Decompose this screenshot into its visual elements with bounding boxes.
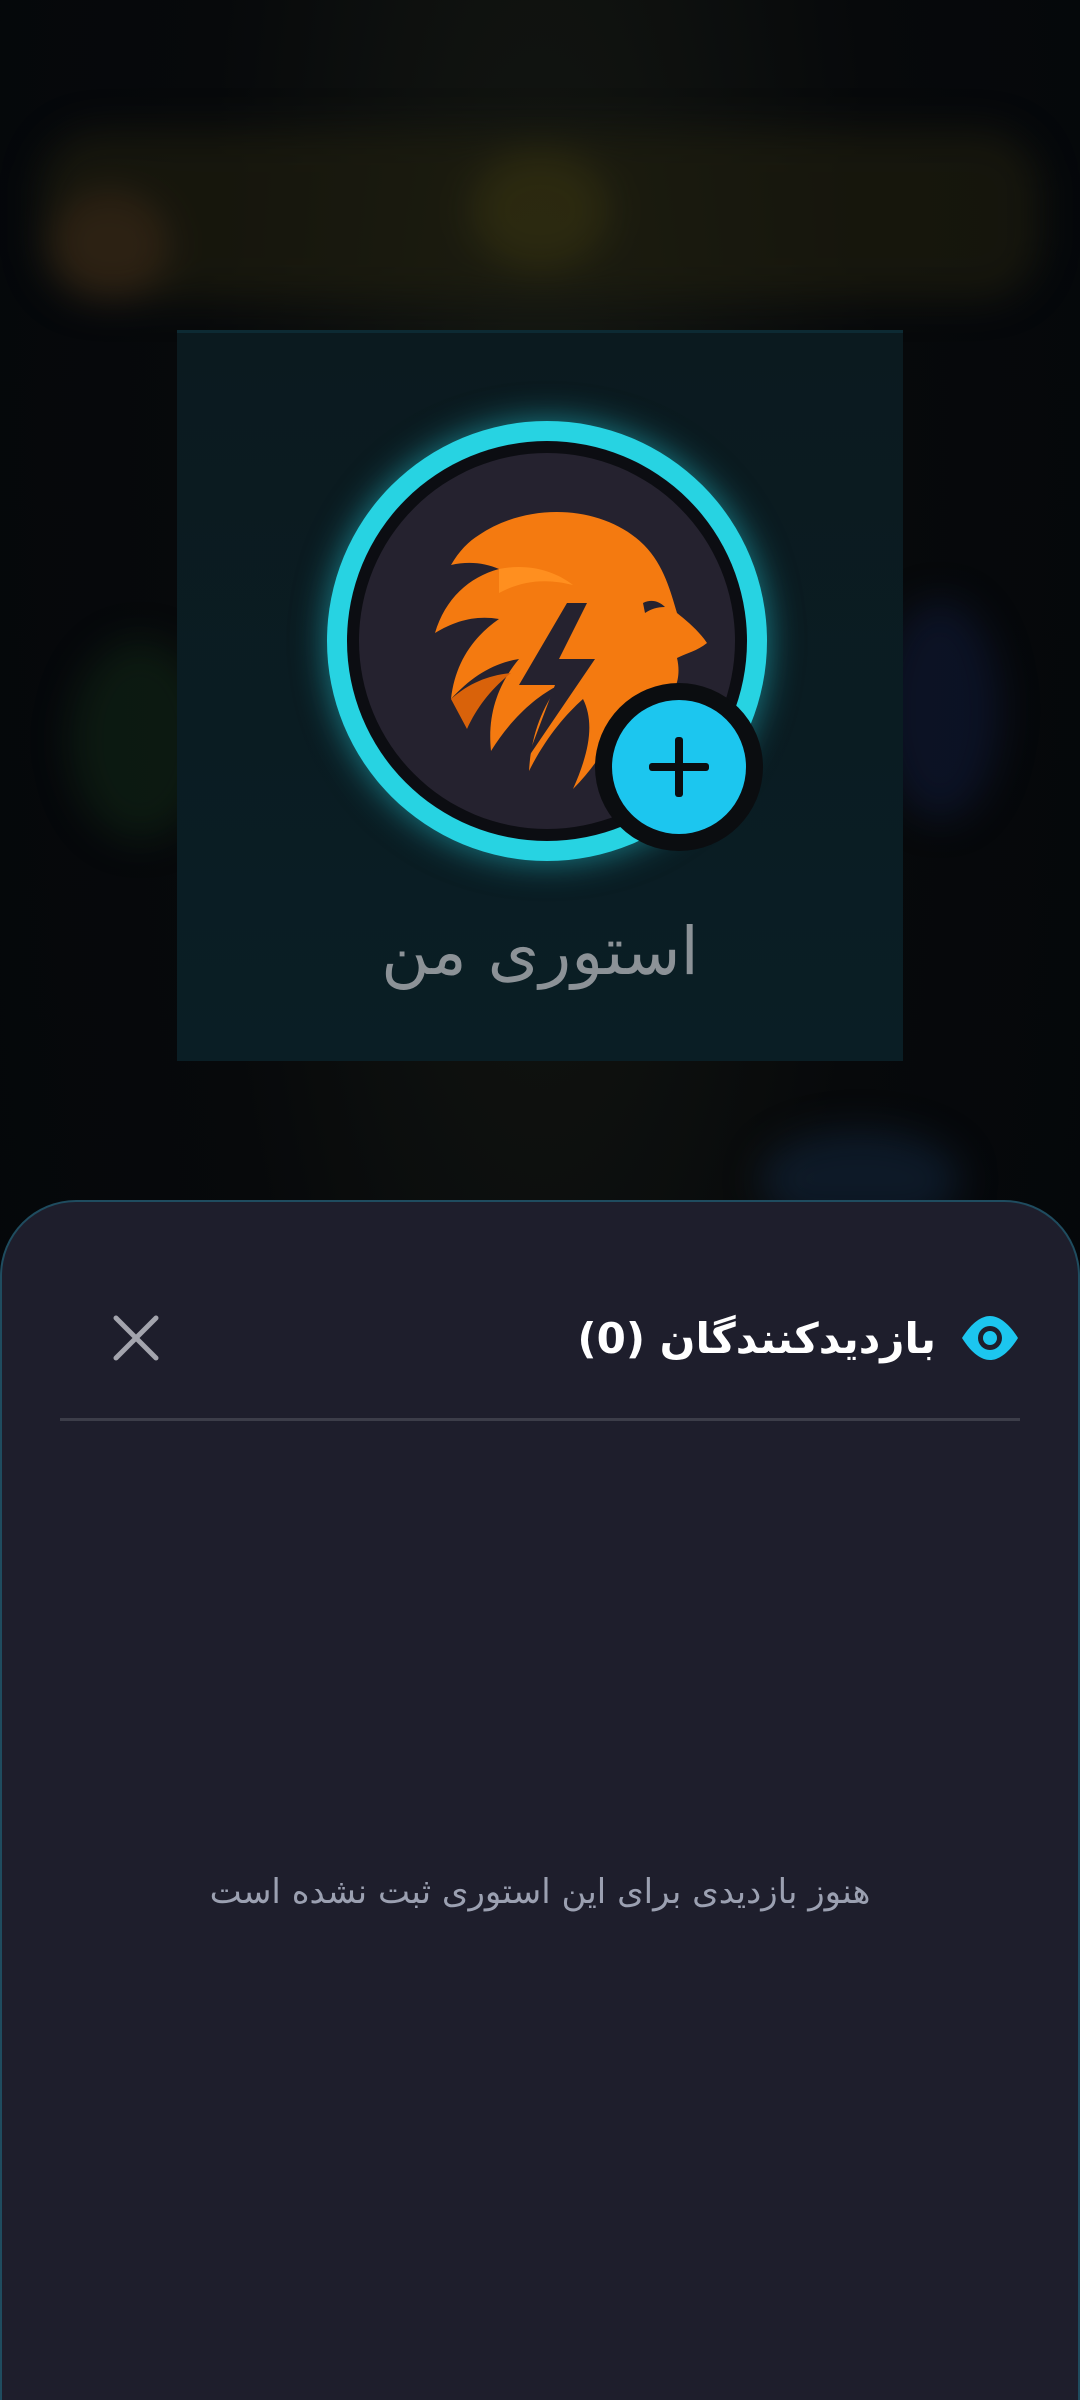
story-avatar[interactable] bbox=[327, 421, 767, 861]
story-viewers-screen: استوری من بازدیدکنندگان (0) هنوز بازدیدی… bbox=[0, 0, 1080, 2400]
header-divider bbox=[60, 1418, 1020, 1421]
plus-icon bbox=[612, 700, 746, 834]
sheet-title-group: بازدیدکنندگان (0) bbox=[577, 1302, 1020, 1374]
story-card[interactable]: استوری من bbox=[177, 330, 903, 1061]
viewers-bottom-sheet: بازدیدکنندگان (0) هنوز بازدیدی برای این … bbox=[0, 1200, 1080, 2400]
empty-viewers-message: هنوز بازدیدی برای این استوری ثبت نشده اس… bbox=[209, 1872, 871, 1912]
add-story-button[interactable] bbox=[595, 683, 763, 851]
sheet-title: بازدیدکنندگان (0) bbox=[577, 1313, 936, 1363]
sheet-header: بازدیدکنندگان (0) bbox=[60, 1282, 1020, 1402]
close-icon bbox=[113, 1315, 159, 1361]
eye-icon bbox=[962, 1316, 1018, 1360]
story-label: استوری من bbox=[381, 913, 699, 990]
close-button[interactable] bbox=[100, 1302, 172, 1374]
